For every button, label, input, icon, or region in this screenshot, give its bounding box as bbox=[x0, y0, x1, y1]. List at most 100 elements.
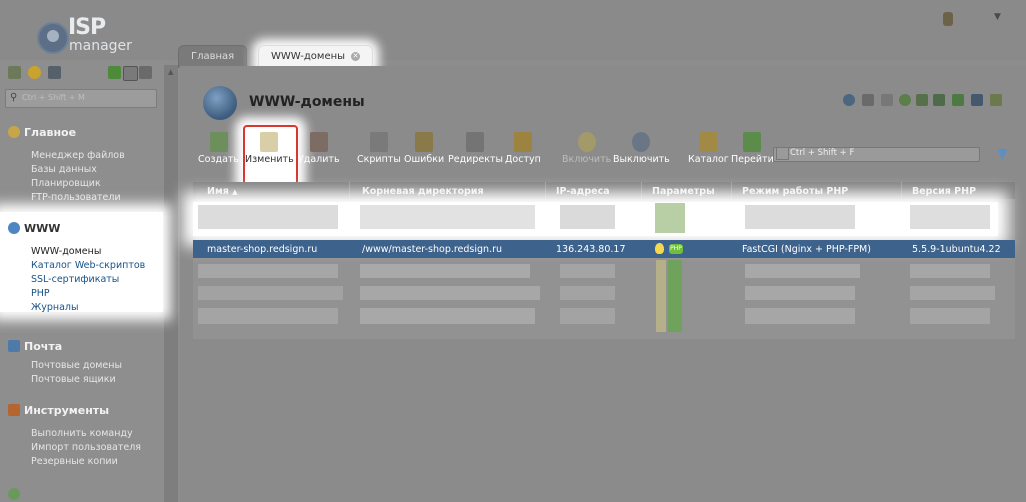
sidebar-search-placeholder: Ctrl + Shift + M bbox=[22, 93, 85, 102]
logo-product: manager bbox=[69, 38, 132, 54]
blurred-cell bbox=[360, 205, 535, 229]
main-section-icon bbox=[8, 126, 20, 138]
chevron-down-icon[interactable]: ▼ bbox=[994, 12, 1001, 22]
folder-icon bbox=[699, 132, 718, 152]
column-root-dir[interactable]: Корневая директория bbox=[362, 186, 484, 197]
column-params[interactable]: Параметры bbox=[652, 186, 715, 197]
blurred-cell bbox=[745, 308, 855, 324]
errors-icon bbox=[415, 132, 434, 152]
bulb-on-icon bbox=[577, 132, 596, 152]
scripts-button[interactable]: Скрипты bbox=[357, 132, 401, 165]
bag-icon[interactable] bbox=[48, 66, 61, 79]
redirects-button[interactable]: Редиректы bbox=[448, 132, 503, 165]
close-tab-icon[interactable]: ✕ bbox=[351, 51, 361, 61]
column-separator bbox=[349, 182, 350, 199]
globe-icon bbox=[8, 222, 20, 234]
sidebar-item-scheduler[interactable]: Планировщик bbox=[31, 178, 101, 189]
filter-funnel-icon[interactable]: ▼ bbox=[997, 146, 1008, 162]
go-to-button[interactable]: Перейти bbox=[731, 132, 774, 165]
sidebar-item-www-domains[interactable]: WWW-домены bbox=[31, 246, 101, 257]
sidebar-item-ftp-users[interactable]: FTP-пользователи bbox=[31, 192, 121, 203]
column-name[interactable]: Имя ▲ bbox=[207, 186, 238, 197]
access-button[interactable]: Доступ bbox=[505, 132, 541, 165]
sidebar-section-www[interactable]: WWW bbox=[8, 222, 60, 235]
sidebar-item-databases[interactable]: Базы данных bbox=[31, 164, 97, 175]
pin-icon[interactable] bbox=[881, 94, 893, 106]
column-ip[interactable]: IP-адреса bbox=[556, 186, 610, 197]
column-php-mode[interactable]: Режим работы PHP bbox=[742, 186, 848, 197]
user-icon[interactable] bbox=[943, 12, 953, 26]
errors-button[interactable]: Ошибки bbox=[404, 132, 444, 165]
sidebar-item-run-command[interactable]: Выполнить команду bbox=[31, 428, 133, 439]
blurred-cell bbox=[745, 205, 855, 229]
export-icon[interactable] bbox=[916, 94, 928, 106]
expand-all-icon[interactable] bbox=[108, 66, 121, 79]
blurred-cell bbox=[910, 308, 990, 324]
redirects-icon bbox=[466, 132, 485, 152]
scripts-icon bbox=[369, 132, 388, 152]
blurred-cell bbox=[560, 286, 615, 300]
blurred-cell bbox=[910, 264, 990, 278]
bulb-off-icon bbox=[632, 132, 651, 152]
delete-button[interactable]: Удалить bbox=[298, 132, 340, 165]
collapse-all-icon[interactable] bbox=[123, 66, 138, 81]
edit-button[interactable]: Изменить bbox=[245, 132, 294, 165]
sidebar-section-tools[interactable]: Инструменты bbox=[8, 404, 109, 417]
sidebar-item-file-manager[interactable]: Менеджер файлов bbox=[31, 150, 125, 161]
create-icon bbox=[209, 132, 228, 152]
sidebar-section-main[interactable]: Главное bbox=[8, 126, 76, 139]
disable-button[interactable]: Выключить bbox=[613, 132, 670, 165]
tab-main-label: Главная bbox=[191, 51, 235, 62]
sidebar-section-mail[interactable]: Почта bbox=[8, 340, 62, 353]
favorite-star-icon[interactable] bbox=[862, 94, 874, 106]
blurred-cell bbox=[198, 205, 338, 229]
ispmanager-logo-icon bbox=[37, 22, 69, 54]
star-icon[interactable] bbox=[28, 66, 41, 79]
tree-icon[interactable] bbox=[8, 66, 21, 79]
tab-www-domains-label: WWW-домены bbox=[271, 51, 346, 62]
tools-icon bbox=[8, 404, 20, 416]
sidebar-item-import-user[interactable]: Импорт пользователя bbox=[31, 442, 141, 453]
param-status-column bbox=[656, 260, 666, 332]
enable-button[interactable]: Включить bbox=[562, 132, 611, 165]
www-section-highlight: WWW WWW-домены Каталог Web-скриптов SSL-… bbox=[0, 212, 163, 313]
go-arrow-icon bbox=[743, 132, 762, 152]
blurred-cell bbox=[360, 308, 535, 324]
table-icon[interactable] bbox=[952, 94, 964, 106]
sidebar-item-backups[interactable]: Резервные копии bbox=[31, 456, 118, 467]
www-globe-icon bbox=[203, 86, 237, 120]
print-icon[interactable] bbox=[971, 94, 983, 106]
row-root-directory: /www/master-shop.redsign.ru bbox=[362, 244, 503, 255]
sort-ascending-icon: ▲ bbox=[232, 188, 238, 196]
edit-icon bbox=[260, 132, 279, 152]
sidebar-item-php[interactable]: PHP bbox=[31, 288, 50, 299]
blurred-cell bbox=[655, 203, 685, 233]
blurred-cell bbox=[910, 205, 990, 229]
top-bar bbox=[0, 0, 1026, 60]
tab-main[interactable]: Главная bbox=[178, 45, 248, 68]
directory-button[interactable]: Каталог bbox=[688, 132, 729, 165]
blurred-cell bbox=[560, 205, 615, 229]
sidebar-item-ssl[interactable]: SSL-сертификаты bbox=[31, 274, 119, 285]
logo-brand: ISP bbox=[68, 15, 106, 40]
settings-icon[interactable] bbox=[933, 94, 945, 106]
page-title: WWW-домены bbox=[249, 94, 365, 110]
chart-icon[interactable] bbox=[899, 94, 911, 106]
lock-icon bbox=[513, 132, 532, 152]
sidebar-item-mailboxes[interactable]: Почтовые ящики bbox=[31, 374, 116, 385]
pin-icon[interactable] bbox=[139, 66, 152, 79]
help-icon[interactable] bbox=[990, 94, 1002, 106]
column-php-version[interactable]: Версия PHP bbox=[912, 186, 976, 197]
scroll-up-icon[interactable]: ▲ bbox=[168, 68, 173, 76]
sidebar-scrollbar[interactable] bbox=[164, 65, 178, 502]
blurred-cell bbox=[360, 264, 530, 278]
sidebar-item-web-scripts[interactable]: Каталог Web-скриптов bbox=[31, 260, 145, 271]
create-button[interactable]: Создать bbox=[198, 132, 239, 165]
blurred-cell bbox=[360, 286, 540, 300]
blurred-cell bbox=[560, 308, 615, 324]
sidebar-item-mail-domains[interactable]: Почтовые домены bbox=[31, 360, 122, 371]
filter-field-icon bbox=[776, 147, 789, 160]
enabled-bulb-icon bbox=[655, 243, 664, 254]
refresh-icon[interactable] bbox=[843, 94, 855, 106]
sidebar-item-logs[interactable]: Журналы bbox=[31, 302, 79, 313]
